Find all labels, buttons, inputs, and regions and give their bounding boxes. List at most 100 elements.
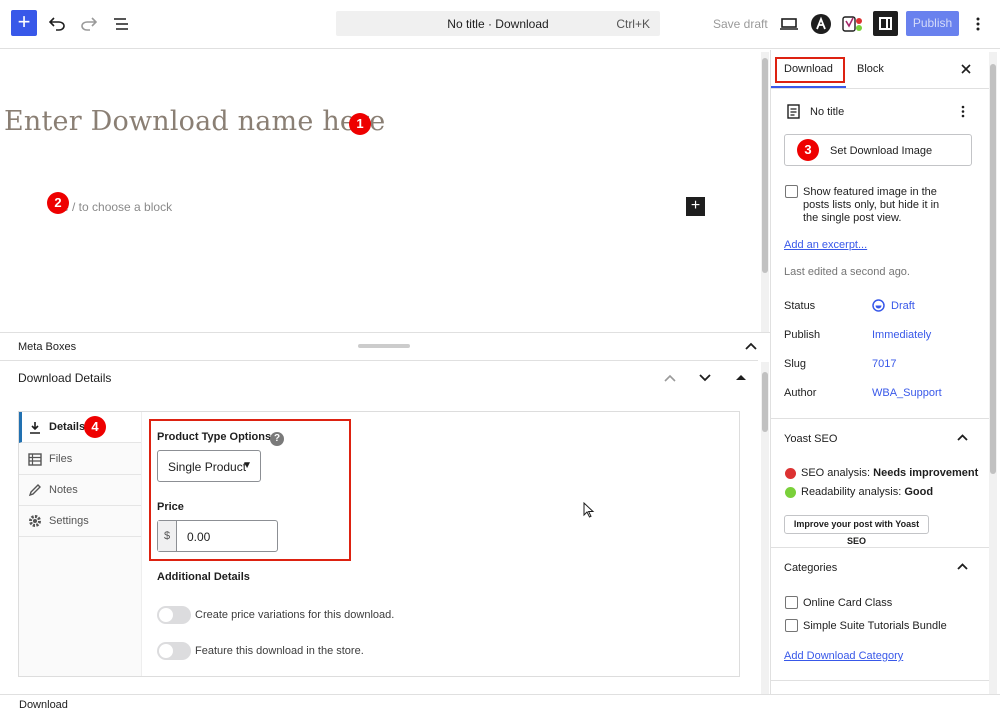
chevron-up-icon[interactable]: [745, 342, 757, 350]
draft-status-icon: [872, 299, 885, 312]
editor-canvas: Enter Download name here 1 e / to choose…: [0, 50, 758, 332]
seo-bad-icon: [785, 468, 796, 479]
post-title-summary: No title: [810, 106, 845, 118]
divider: [771, 547, 991, 548]
chevron-up-icon[interactable]: [957, 563, 968, 570]
scroll-thumb[interactable]: [762, 372, 768, 432]
category-label: Online Card Class: [803, 597, 893, 609]
currency-symbol: $: [158, 521, 177, 551]
tab-label: Notes: [49, 484, 78, 496]
save-draft-button[interactable]: Save draft: [713, 17, 768, 31]
seo-analysis-value: Needs improvement: [873, 467, 979, 479]
category-checkbox[interactable]: [785, 596, 798, 609]
featured-image-checkbox[interactable]: [785, 185, 798, 198]
category-label: Simple Suite Tutorials Bundle: [803, 620, 947, 632]
annotation-badge: 2: [47, 192, 69, 214]
feature-download-label: Feature this download in the store.: [195, 645, 364, 657]
publish-button[interactable]: Publish: [906, 11, 959, 36]
add-category-link[interactable]: Add Download Category: [784, 650, 903, 662]
readability-label: Readability analysis:: [801, 486, 905, 498]
tab-files[interactable]: Files: [19, 444, 141, 475]
meta-boxes-area: Meta Boxes Download Details Details File…: [0, 332, 770, 694]
toggle-panel-icon[interactable]: [736, 374, 746, 381]
close-icon[interactable]: [961, 64, 971, 74]
tab-details[interactable]: Details: [19, 412, 141, 443]
move-down-icon[interactable]: [699, 374, 711, 382]
status-label: Status: [784, 300, 816, 312]
readability-value: Good: [904, 486, 934, 498]
seo-analysis: SEO analysis: Needs improvement: [801, 467, 978, 479]
download-icon: [27, 419, 43, 435]
chevron-down-icon: ▼: [242, 460, 252, 471]
top-toolbar: + No title · Download Ctrl+K Save draft …: [0, 0, 1000, 49]
product-type-label: Product Type Options:: [157, 431, 275, 443]
document-icon: [787, 104, 800, 119]
add-excerpt-link[interactable]: Add an excerpt...: [784, 239, 867, 251]
list-view-icon[interactable]: [109, 12, 133, 36]
inserter-plus-button[interactable]: +: [686, 197, 705, 216]
option-line: posts lists only, but hide it in: [803, 199, 940, 211]
seo-good-icon: [785, 487, 796, 498]
yoast-panel-title[interactable]: Yoast SEO: [784, 433, 837, 445]
editor-scrollbar[interactable]: [761, 52, 769, 332]
mouse-cursor-icon: [583, 502, 595, 518]
price-input[interactable]: 0.00: [187, 530, 210, 544]
featured-image-option: Show featured image in the posts lists o…: [803, 186, 939, 225]
settings-sidebar-icon[interactable]: [873, 11, 898, 36]
status-value[interactable]: Draft: [891, 300, 915, 312]
product-type-value: Single Product: [168, 460, 247, 474]
annotation-badge: 3: [797, 139, 819, 161]
add-block-button[interactable]: +: [11, 10, 37, 36]
author-value[interactable]: WBA_Support: [872, 387, 942, 399]
undo-icon[interactable]: [45, 12, 69, 36]
price-variations-toggle[interactable]: [157, 606, 191, 624]
breadcrumb[interactable]: Download: [19, 699, 68, 711]
price-field[interactable]: $ 0.00: [157, 520, 278, 552]
meta-boxes-label: Meta Boxes: [18, 341, 77, 353]
tab-block[interactable]: Block: [857, 63, 884, 75]
more-vertical-icon[interactable]: [961, 105, 965, 118]
document-title: No title · Download: [447, 17, 549, 31]
more-vertical-icon[interactable]: [966, 12, 990, 36]
last-edited-text: Last edited a second ago.: [784, 266, 910, 278]
meta-scrollbar[interactable]: [761, 362, 769, 694]
resize-handle[interactable]: [358, 344, 410, 348]
preview-device-icon[interactable]: [777, 12, 801, 36]
scroll-thumb[interactable]: [762, 58, 768, 273]
details-tabs: Details Files Notes Settings: [19, 412, 142, 676]
download-details-title: Download Details: [18, 371, 112, 385]
command-palette[interactable]: No title · Download Ctrl+K: [336, 11, 660, 36]
option-line: the single post view.: [803, 212, 902, 224]
help-icon[interactable]: ?: [270, 432, 284, 446]
tab-download[interactable]: Download: [784, 63, 833, 75]
tab-settings[interactable]: Settings: [19, 506, 141, 537]
author-label: Author: [784, 387, 817, 399]
chevron-up-icon[interactable]: [957, 434, 968, 441]
yoast-improve-button[interactable]: Improve your post with Yoast SEO: [784, 515, 929, 546]
set-image-label: Set Download Image: [830, 145, 933, 157]
meta-boxes-header[interactable]: Meta Boxes: [0, 333, 758, 361]
move-up-icon[interactable]: [664, 374, 676, 382]
tab-notes[interactable]: Notes: [19, 475, 141, 506]
feature-download-toggle[interactable]: [157, 642, 191, 660]
publish-value[interactable]: Immediately: [872, 329, 931, 341]
pen-icon: [27, 482, 43, 498]
slug-value[interactable]: 7017: [872, 358, 896, 370]
tab-label: Settings: [49, 515, 89, 527]
astra-logo-icon[interactable]: [809, 12, 833, 36]
category-checkbox[interactable]: [785, 619, 798, 632]
categories-title[interactable]: Categories: [784, 562, 837, 574]
yoast-icon[interactable]: [841, 12, 865, 36]
redo-icon[interactable]: [77, 12, 101, 36]
divider: [771, 680, 991, 681]
block-appender-placeholder[interactable]: e / to choose a block: [62, 200, 172, 214]
post-title-input[interactable]: Enter Download name here: [4, 106, 385, 137]
settings-sidebar: Download Block No title Set Download Ima…: [770, 50, 1000, 694]
scroll-thumb[interactable]: [990, 64, 996, 474]
product-type-select[interactable]: Single Product ▼: [157, 450, 261, 482]
gear-icon: [27, 513, 43, 529]
sidebar-scrollbar[interactable]: [989, 52, 997, 694]
shortcut-hint: Ctrl+K: [616, 17, 650, 31]
tab-label: Files: [49, 453, 73, 465]
publish-label: Publish: [784, 329, 821, 341]
